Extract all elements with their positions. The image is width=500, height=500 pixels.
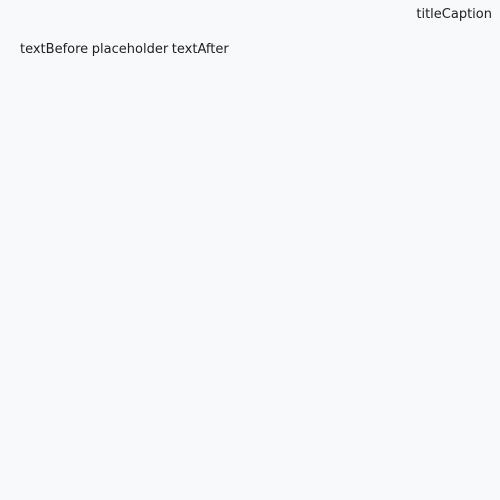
page: titleCaption textBefore placeholder textAf… (0, 0, 500, 500)
text-before: textBefore (20, 42, 89, 57)
placeholder-text: placeholder (91, 42, 169, 57)
text-line: textBefore placeholder textAfter (20, 41, 229, 59)
text-after: textAfter (171, 42, 229, 57)
title-caption: titleCaption (416, 7, 492, 22)
